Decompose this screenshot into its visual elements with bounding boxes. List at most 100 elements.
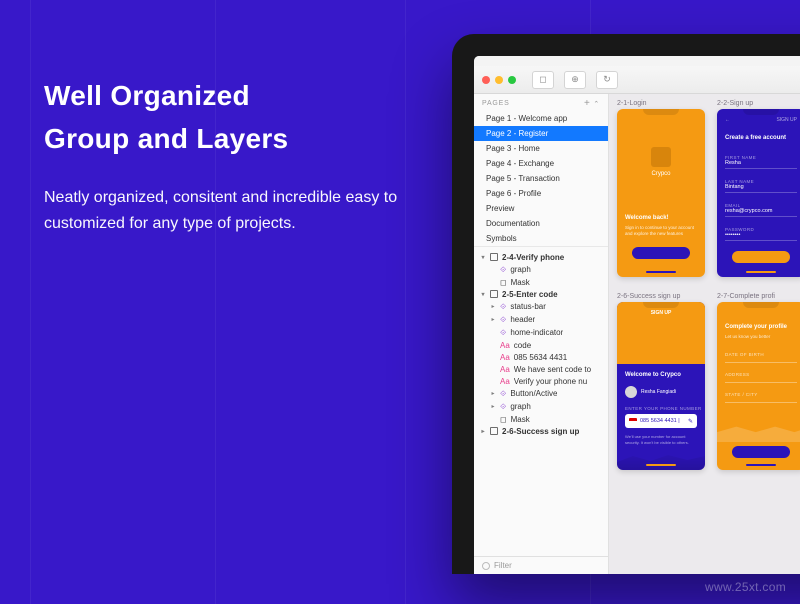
field-address[interactable]: ADDRESS: [725, 372, 797, 383]
app-logo: [651, 147, 671, 167]
field-last-name[interactable]: LAST NAMEBintang: [725, 179, 797, 193]
filter-bar[interactable]: Filter: [474, 556, 608, 574]
artboard-complete-profile[interactable]: Complete your profile Let us know you be…: [717, 302, 800, 470]
avatar: [625, 386, 637, 398]
artboard-label[interactable]: 2-6-Success sign up: [617, 293, 705, 302]
disclosure-icon[interactable]: ▸: [480, 428, 486, 435]
field-email[interactable]: EMAILresha@crypco.com: [725, 203, 797, 217]
flag-icon[interactable]: [629, 418, 637, 424]
marketing-copy: Well Organized Group and Layers Neatly o…: [44, 74, 439, 238]
layer-artboard[interactable]: ▸ 2-6-Success sign up: [474, 425, 608, 437]
heading-line-1: Well Organized: [44, 80, 250, 111]
cta-button[interactable]: [732, 251, 790, 263]
pages-list: Page 1 - Welcome app Page 2 - Register P…: [474, 111, 608, 246]
workspace: PAGES + ⌃ Page 1 - Welcome app Page 2 - …: [474, 94, 800, 574]
canvas[interactable]: 2-1-Login Crypco Welcome back! Sign in t…: [609, 94, 800, 574]
mask-icon: ◻: [500, 415, 507, 424]
page-item-selected[interactable]: Page 2 - Register: [474, 126, 608, 141]
macos-menubar: [474, 56, 800, 66]
layer-item[interactable]: AaVerify your phone nu: [474, 375, 608, 387]
layer-item[interactable]: ⟐ graph: [474, 263, 608, 276]
notch: [743, 302, 779, 308]
artboard-label[interactable]: 2-2-Sign up: [717, 100, 800, 109]
wave-graphic: [717, 420, 800, 442]
layer-item[interactable]: ▸⟐header: [474, 313, 608, 326]
artboard-group: 2-1-Login Crypco Welcome back! Sign in t…: [617, 100, 705, 277]
artboard-signup[interactable]: ← SIGN UP Create a free account FIRST NA…: [717, 109, 800, 277]
text-icon: Aa: [500, 377, 510, 386]
page-item[interactable]: Symbols: [474, 231, 608, 246]
layer-artboard[interactable]: ▾ 2-4-Verify phone: [474, 251, 608, 263]
home-indicator: [646, 464, 676, 466]
filter-placeholder: Filter: [494, 561, 512, 570]
user-name: Resha Fangiadi: [641, 389, 676, 395]
artboard-group: 2-6-Success sign up SIGN UP Welcome to C…: [617, 293, 705, 470]
artboard-login[interactable]: Crypco Welcome back! Sign in to continue…: [617, 109, 705, 277]
home-indicator: [646, 271, 676, 273]
disclosure-icon[interactable]: ▸: [490, 390, 496, 397]
layer-item[interactable]: ▸⟐Button/Active: [474, 387, 608, 400]
field-dob[interactable]: DATE OF BIRTH: [725, 352, 797, 363]
back-icon[interactable]: ←: [725, 117, 730, 123]
toolbar-nav-cluster: ◻ ⊕ ↻: [532, 71, 618, 89]
layer-item[interactable]: ◻Mask: [474, 413, 608, 425]
disclosure-icon[interactable]: ▸: [490, 403, 496, 410]
layer-item[interactable]: Aa085 5634 4431: [474, 351, 608, 363]
pages-label: PAGES: [482, 100, 510, 107]
layer-item[interactable]: ⟐home-indicator: [474, 326, 608, 339]
page-item[interactable]: Page 1 - Welcome app: [474, 111, 608, 126]
artboard-icon: [490, 427, 498, 435]
symbol-icon: ⟐: [500, 315, 506, 325]
toolbar-button[interactable]: ↻: [596, 71, 618, 89]
page-item[interactable]: Page 4 - Exchange: [474, 156, 608, 171]
artboard-group: 2-2-Sign up ← SIGN UP Create a free acco…: [717, 100, 800, 277]
collapse-icon[interactable]: ⌃: [593, 101, 600, 108]
text-icon: Aa: [500, 365, 510, 374]
field-password[interactable]: PASSWORD••••••••: [725, 227, 797, 241]
layer-item[interactable]: ◻ Mask: [474, 276, 608, 288]
cta-button[interactable]: [632, 247, 690, 259]
artboard-group: 2-7-Complete profi Complete your profile…: [717, 293, 800, 470]
toolbar-button[interactable]: ⊕: [564, 71, 586, 89]
layer-item[interactable]: ▸⟐graph: [474, 400, 608, 413]
phone-label: ENTER YOUR PHONE NUMBER: [625, 406, 702, 411]
disclosure-icon[interactable]: ▾: [480, 291, 486, 298]
disclosure-icon[interactable]: ▸: [490, 316, 496, 323]
cta-button[interactable]: [732, 446, 790, 458]
field-first-name[interactable]: FIRST NAMEResha: [725, 155, 797, 169]
layer-item[interactable]: Aacode: [474, 339, 608, 351]
pages-header: PAGES + ⌃: [474, 94, 608, 111]
disclosure-icon[interactable]: ▾: [480, 254, 486, 261]
disclosure-icon[interactable]: ▸: [490, 303, 496, 310]
layer-item[interactable]: ▸⟐status-bar: [474, 300, 608, 313]
edit-icon[interactable]: ✎: [688, 418, 693, 425]
page-item[interactable]: Page 6 - Profile: [474, 186, 608, 201]
step-label: SIGN UP: [776, 117, 797, 123]
layers-panel: ▾ 2-4-Verify phone ⟐ graph ◻ Mask ▾: [474, 246, 608, 556]
add-page-icon[interactable]: +: [584, 98, 591, 109]
heading-line-2: Group and Layers: [44, 123, 288, 154]
artboard-success[interactable]: SIGN UP Welcome to Crypco Resha Fangiadi…: [617, 302, 705, 470]
page-item[interactable]: Documentation: [474, 216, 608, 231]
page-item[interactable]: Page 5 - Transaction: [474, 171, 608, 186]
maximize-icon[interactable]: [508, 76, 516, 84]
artboard-label[interactable]: 2-1-Login: [617, 100, 705, 109]
guide-line: [30, 0, 31, 604]
close-icon[interactable]: [482, 76, 490, 84]
toolbar-button[interactable]: ◻: [532, 71, 554, 89]
header-title: SIGN UP: [617, 310, 705, 316]
field-city[interactable]: STATE / CITY: [725, 392, 797, 403]
artboard-label[interactable]: 2-7-Complete profi: [717, 293, 800, 302]
mask-icon: ◻: [500, 278, 507, 287]
layer-item[interactable]: AaWe have sent code to: [474, 363, 608, 375]
user-row: Resha Fangiadi: [625, 386, 676, 398]
minimize-icon[interactable]: [495, 76, 503, 84]
artboard-icon: [490, 290, 498, 298]
page-item[interactable]: Preview: [474, 201, 608, 216]
group-icon: ⟐: [500, 402, 506, 412]
toolbar: ◻ ⊕ ↻ ▦ ▤ ⊖: [474, 66, 800, 94]
page-item[interactable]: Page 3 - Home: [474, 141, 608, 156]
phone-input[interactable]: 085 5634 4431 | ✎: [625, 414, 697, 428]
layer-artboard[interactable]: ▾ 2-5-Enter code: [474, 288, 608, 300]
filter-icon: [482, 562, 490, 570]
